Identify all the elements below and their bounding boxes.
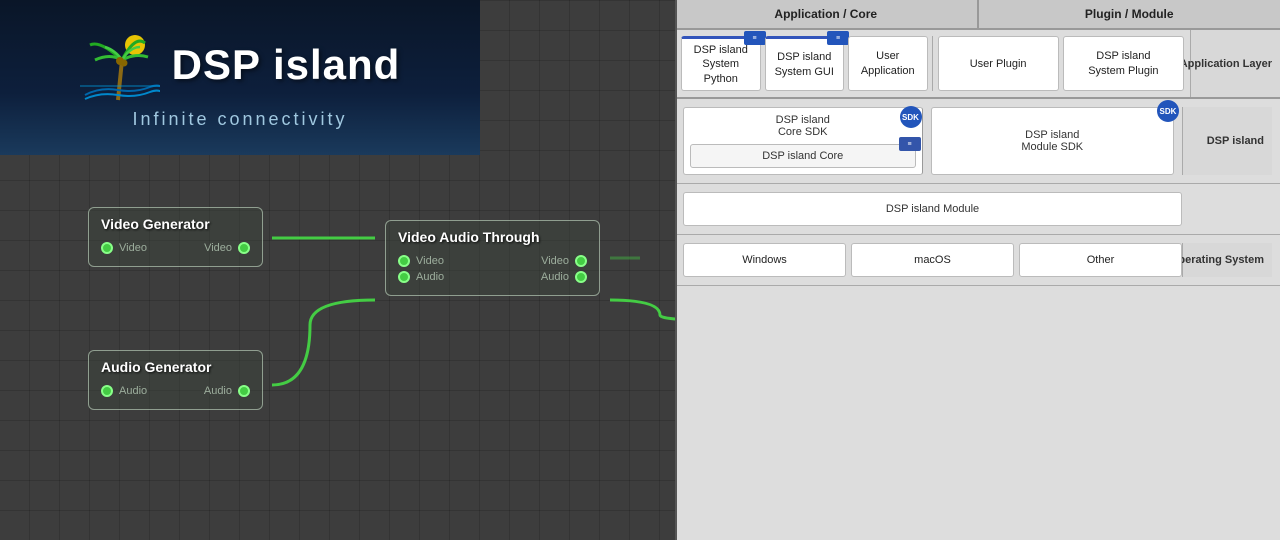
video-gen-input-label: Video	[119, 242, 147, 254]
main-container: DSP island Infinite connectivity Video G…	[0, 0, 1280, 540]
user-app-label: UserApplication	[861, 49, 915, 78]
vat-audio-out-label: Audio	[541, 271, 569, 283]
os-macos-box: macOS	[851, 243, 1014, 277]
audio-gen-input-port	[101, 385, 113, 397]
sys-plugin-box: DSP islandSystem Plugin	[1063, 36, 1184, 91]
logo-area: DSP island Infinite connectivity	[0, 0, 480, 155]
video-audio-through-title: Video Audio Through	[398, 229, 587, 245]
audio-gen-output-label: Audio	[204, 385, 232, 397]
os-label: Operating System	[1182, 243, 1272, 277]
vertical-divider	[675, 0, 677, 540]
sys-gui-label: DSP islandSystem GUI	[775, 50, 834, 79]
sys-gui-box: ≡ DSP islandSystem GUI	[765, 36, 845, 91]
core-inner-badge: ≡	[899, 137, 921, 151]
vat-video-out-port	[575, 255, 587, 267]
dsp-sdk-row: SDK DSP islandCore SDK ≡ DSP island Core…	[675, 99, 1280, 184]
video-generator-title: Video Generator	[101, 216, 250, 232]
video-audio-through-node[interactable]: Video Audio Through Video Video Audio Au…	[385, 220, 600, 296]
audio-gen-input-label: Audio	[119, 385, 147, 397]
arch-header-left: Application / Core	[675, 0, 979, 28]
sys-python-label: DSP islandSystem Python	[688, 43, 754, 86]
app-layer-row: ≡ DSP islandSystem Python ≡ DSP islandSy…	[675, 30, 1280, 99]
vat-audio-out-port	[575, 271, 587, 283]
audio-gen-output-port	[238, 385, 250, 397]
audio-generator-node[interactable]: Audio Generator Audio Audio	[88, 350, 263, 410]
module-sdk-badge: SDK	[1157, 100, 1179, 122]
video-gen-output-port	[238, 242, 250, 254]
app-layer-content: ≡ DSP islandSystem Python ≡ DSP islandSy…	[675, 30, 1190, 97]
app-layer-label: Application Layer	[1190, 30, 1280, 97]
vat-video-out-label: Video	[541, 255, 569, 267]
sys-plugin-label: DSP islandSystem Plugin	[1088, 49, 1158, 78]
os-windows-label: Windows	[742, 254, 787, 266]
logo-title: DSP island	[172, 41, 401, 89]
sys-python-badge: ≡	[744, 31, 766, 45]
vat-audio-in-port	[398, 271, 410, 283]
vat-video-in-label: Video	[416, 255, 444, 267]
os-other-box: Other	[1019, 243, 1182, 277]
logo-subtitle: Infinite connectivity	[132, 109, 347, 130]
dsp-island-label: DSP island	[1182, 107, 1272, 175]
palm-tree-icon	[80, 25, 160, 105]
user-plugin-label: User Plugin	[970, 58, 1027, 70]
audio-generator-title: Audio Generator	[101, 359, 250, 375]
arch-diagram: Application / Core Plugin / Module ≡ DSP…	[675, 0, 1280, 540]
dsp-module-row: DSP island Module .	[675, 184, 1280, 235]
user-app-box: UserApplication	[848, 36, 928, 91]
video-gen-input-port	[101, 242, 113, 254]
video-generator-node[interactable]: Video Generator Video Video	[88, 207, 263, 267]
vat-audio-in-label: Audio	[416, 271, 444, 283]
sys-python-box: ≡ DSP islandSystem Python	[681, 36, 761, 91]
video-gen-output-label: Video	[204, 242, 232, 254]
os-other-label: Other	[1087, 254, 1115, 266]
arch-header-right: Plugin / Module	[979, 0, 1280, 28]
os-macos-label: macOS	[914, 254, 951, 266]
node-graph: Video Generator Video Video Audio Genera…	[0, 155, 675, 540]
arch-header: Application / Core Plugin / Module	[675, 0, 1280, 30]
user-plugin-box: User Plugin	[938, 36, 1059, 91]
os-windows-box: Windows	[683, 243, 846, 277]
sys-gui-badge: ≡	[827, 31, 849, 45]
core-sdk-badge: SDK	[900, 106, 922, 128]
vat-video-in-port	[398, 255, 410, 267]
os-row: Windows macOS Other Operating System	[675, 235, 1280, 286]
